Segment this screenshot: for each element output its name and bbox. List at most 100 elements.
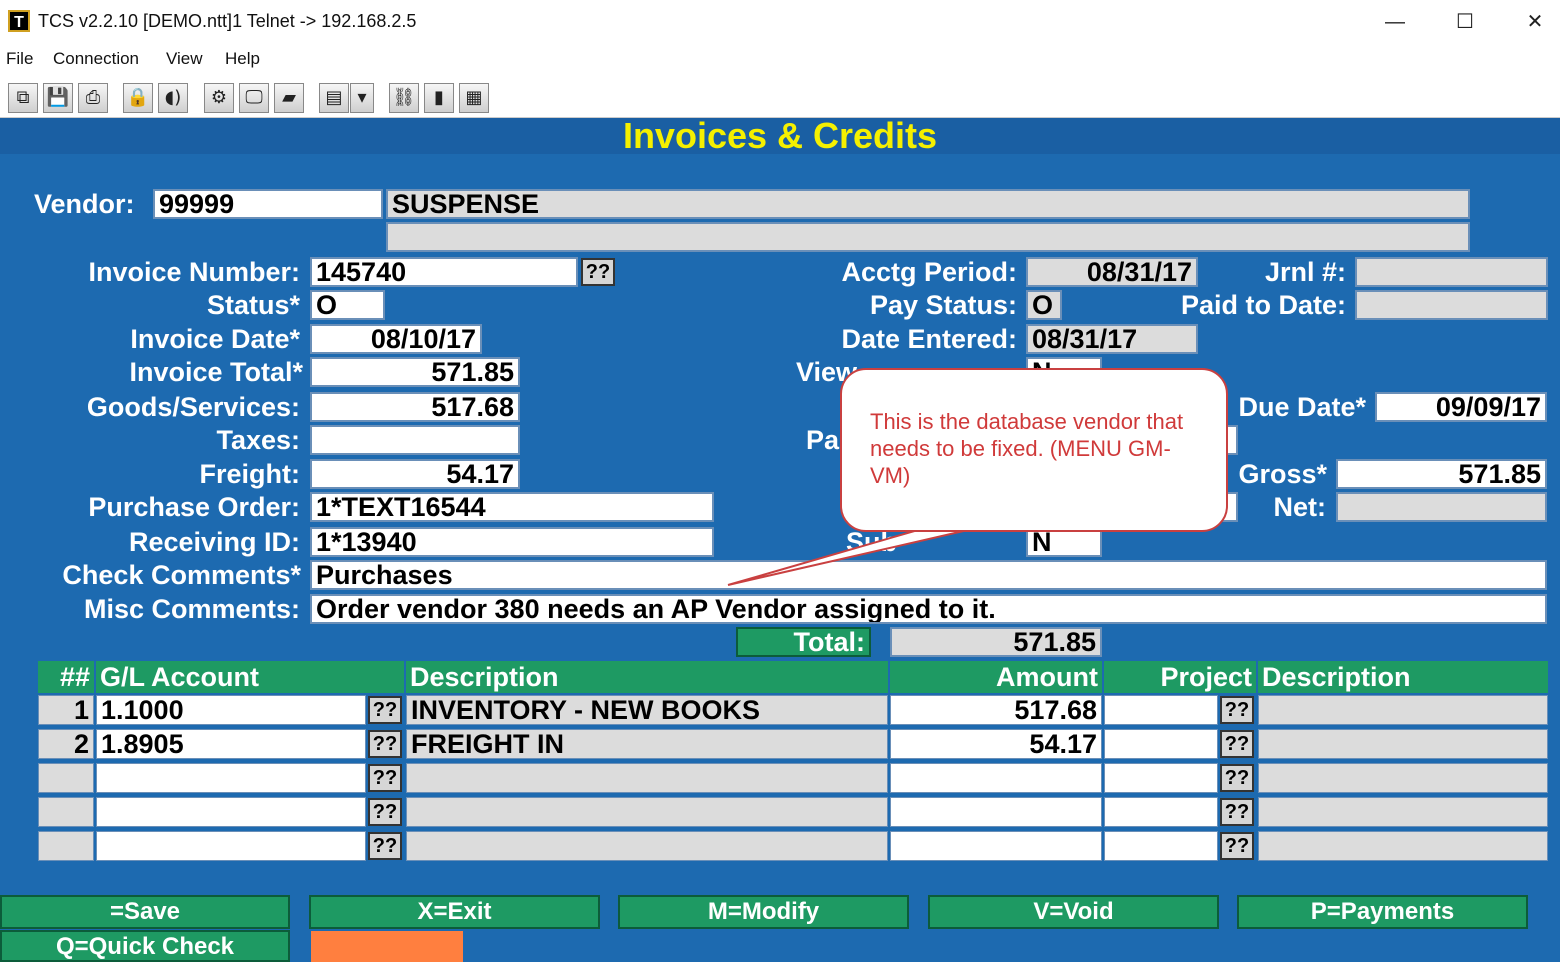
project-lookup-button[interactable]: ?? xyxy=(1220,764,1254,792)
goods-services-field[interactable]: 517.68 xyxy=(310,392,520,422)
purchase-order-field[interactable]: 1*TEXT16544 xyxy=(310,492,714,522)
check-comments-label: Check Comments* xyxy=(62,560,301,590)
receiving-id-field[interactable]: 1*13940 xyxy=(310,527,714,557)
save-icon[interactable]: 💾 xyxy=(43,83,73,113)
invoice-date-label: Invoice Date* xyxy=(130,324,300,354)
pay-status-label: Pay Status: xyxy=(869,290,1017,320)
amount-field[interactable]: 517.68 xyxy=(890,695,1102,725)
row-number xyxy=(38,831,94,861)
menu-bar: File Connection View Help xyxy=(0,46,1560,74)
gl-account-field[interactable]: 1.1000 xyxy=(96,695,366,725)
menu-help[interactable]: Help xyxy=(225,49,260,69)
acctg-period-label: Acctg Period: xyxy=(841,257,1017,287)
purchase-order-label: Purchase Order: xyxy=(88,492,300,522)
modify-button[interactable]: M=Modify xyxy=(618,895,909,929)
gl-lookup-button[interactable]: ?? xyxy=(368,696,402,724)
amount-field[interactable]: 54.17 xyxy=(890,729,1102,759)
taxes-field[interactable] xyxy=(310,425,520,455)
terminal-screen: Invoices & Credits Vendor: 99999 SUSPENS… xyxy=(0,118,1560,962)
save-button[interactable]: =Save xyxy=(0,895,290,929)
row-number: 2 xyxy=(38,729,94,759)
status-indicator xyxy=(311,931,463,962)
menu-view[interactable]: View xyxy=(166,49,203,69)
gl-description: INVENTORY - NEW BOOKS xyxy=(406,695,888,725)
status-field[interactable]: O xyxy=(310,290,385,320)
title-bar: T TCS v2.2.10 [DEMO.ntt]1 Telnet -> 192.… xyxy=(0,0,1560,44)
due-date-field[interactable]: 09/09/17 xyxy=(1375,392,1547,422)
menu-file[interactable]: File xyxy=(6,49,33,69)
vendor-line2-field xyxy=(386,222,1470,252)
vendor-id-field[interactable]: 99999 xyxy=(153,189,383,219)
network-icon[interactable]: ⛓ xyxy=(389,83,419,113)
pa-label: Pa xyxy=(806,425,840,455)
gl-lookup-button[interactable]: ?? xyxy=(368,798,402,826)
row-number xyxy=(38,763,94,793)
project-field[interactable] xyxy=(1104,763,1218,793)
vendor-name-field: SUSPENSE xyxy=(386,189,1470,219)
close-button[interactable]: ✕ xyxy=(1512,6,1558,38)
project-field[interactable] xyxy=(1104,831,1218,861)
paid-to-date-label: Paid to Date: xyxy=(1180,290,1346,320)
exit-button[interactable]: X=Exit xyxy=(309,895,600,929)
taxes-label: Taxes: xyxy=(216,425,300,455)
payments-button[interactable]: P=Payments xyxy=(1237,895,1528,929)
dropdown-arrow-icon[interactable]: ▾ xyxy=(350,83,374,113)
print-icon[interactable]: ⎙ xyxy=(78,83,108,113)
lock-icon[interactable]: 🔒 xyxy=(123,83,153,113)
grid-header-gl: G/L Account xyxy=(96,661,404,693)
monitor-icon[interactable]: 🖵 xyxy=(239,83,269,113)
grid-header-num: ## xyxy=(38,661,94,693)
gl-lookup-button[interactable]: ?? xyxy=(368,832,402,860)
project-description xyxy=(1258,831,1548,861)
project-field[interactable] xyxy=(1104,797,1218,827)
vendor-label: Vendor: xyxy=(34,189,135,219)
project-lookup-button[interactable]: ?? xyxy=(1220,832,1254,860)
book-icon[interactable]: ▰ xyxy=(274,83,304,113)
void-button[interactable]: V=Void xyxy=(928,895,1219,929)
quick-check-button[interactable]: Q=Quick Check xyxy=(0,930,290,962)
invoice-number-field[interactable]: 145740 xyxy=(310,257,578,287)
gl-lookup-button[interactable]: ?? xyxy=(368,730,402,758)
amount-field[interactable] xyxy=(890,763,1102,793)
gl-description: FREIGHT IN xyxy=(406,729,888,759)
gl-account-field[interactable] xyxy=(96,797,366,827)
calculator-icon[interactable]: ▦ xyxy=(459,83,489,113)
freight-field[interactable]: 54.17 xyxy=(310,459,520,489)
project-lookup-button[interactable]: ?? xyxy=(1220,696,1254,724)
gl-account-field[interactable] xyxy=(96,763,366,793)
dropdown-icon[interactable]: ▤ xyxy=(319,83,349,113)
misc-comments-field[interactable]: Order vendor 380 needs an AP Vendor assi… xyxy=(310,594,1547,624)
project-lookup-button[interactable]: ?? xyxy=(1220,798,1254,826)
gl-account-field[interactable] xyxy=(96,831,366,861)
grid-header-project: Project xyxy=(1104,661,1256,693)
maximize-button[interactable]: ☐ xyxy=(1442,6,1488,38)
grid-header-project-description: Description xyxy=(1258,661,1548,693)
amount-field[interactable] xyxy=(890,797,1102,827)
invoice-date-field[interactable]: 08/10/17 xyxy=(310,324,482,354)
project-field[interactable] xyxy=(1104,729,1218,759)
gl-lookup-button[interactable]: ?? xyxy=(368,764,402,792)
invoice-lookup-button[interactable]: ?? xyxy=(581,258,615,286)
menu-connection[interactable]: Connection xyxy=(53,49,139,69)
paid-to-date-field xyxy=(1355,290,1548,320)
row-number: 1 xyxy=(38,695,94,725)
project-description xyxy=(1258,763,1548,793)
status-label: Status* xyxy=(206,290,300,320)
chart-icon[interactable]: ▮ xyxy=(424,83,454,113)
project-field[interactable] xyxy=(1104,695,1218,725)
gross-field[interactable]: 571.85 xyxy=(1336,459,1547,489)
copy-icon[interactable]: ⧉ xyxy=(8,83,38,113)
audio-icon[interactable]: ◖) xyxy=(158,83,188,113)
minimize-button[interactable]: — xyxy=(1372,6,1418,38)
gl-account-field[interactable]: 1.8905 xyxy=(96,729,366,759)
amount-field[interactable] xyxy=(890,831,1102,861)
grid-header-description: Description xyxy=(406,661,888,693)
project-lookup-button[interactable]: ?? xyxy=(1220,730,1254,758)
form-header: Invoices & Credits xyxy=(0,118,1560,154)
toolbar: ⧉ 💾 ⎙ 🔒 ◖) ⚙ 🖵 ▰ ▤ ▾ ⛓ ▮ ▦ xyxy=(0,76,1560,118)
check-comments-field[interactable]: Purchases xyxy=(310,560,1547,590)
invoice-total-field[interactable]: 571.85 xyxy=(310,357,520,387)
settings-icon[interactable]: ⚙ xyxy=(204,83,234,113)
jrnl-label: Jrnl #: xyxy=(1264,257,1346,287)
gl-description xyxy=(406,763,888,793)
